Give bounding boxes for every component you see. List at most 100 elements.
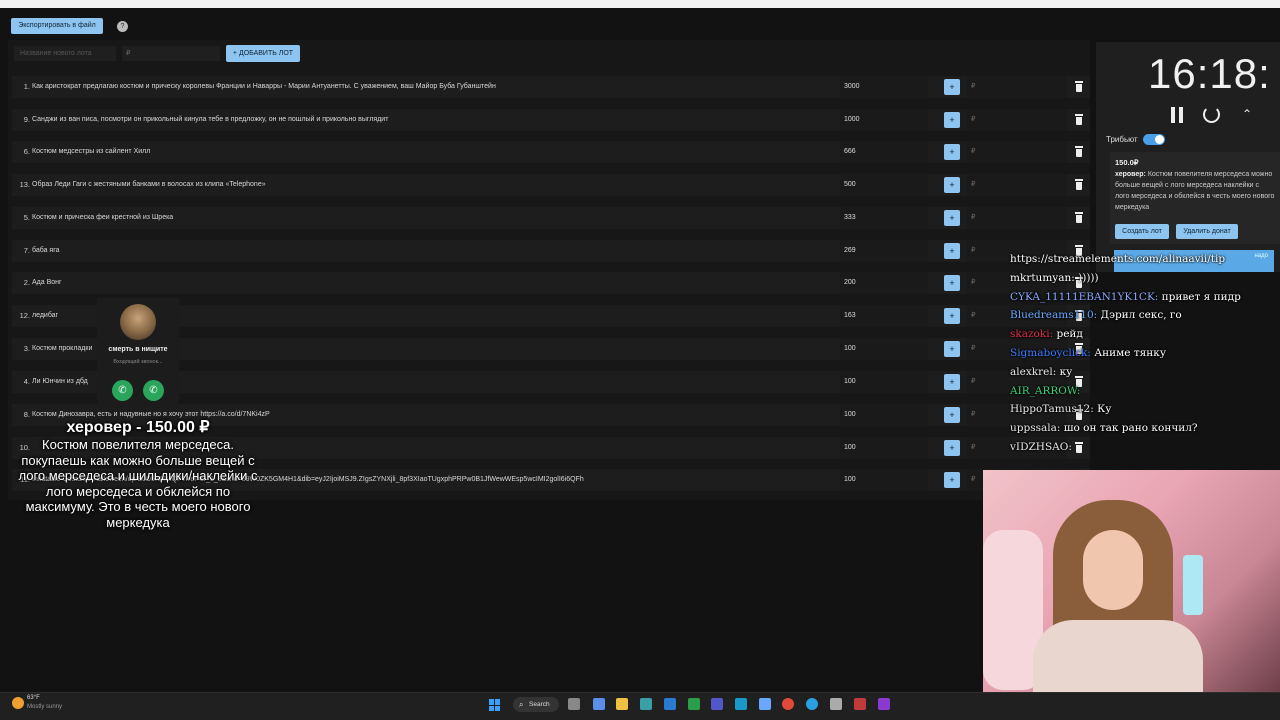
add-amount-button[interactable]: +	[944, 144, 960, 160]
lot-amount[interactable]: 1000	[840, 109, 928, 131]
webcam-lamp	[1183, 555, 1203, 615]
webcam-overlay	[983, 470, 1280, 692]
weather-icon[interactable]	[12, 697, 24, 709]
chat-message: AIR_ARROW:	[1010, 382, 1280, 401]
new-lot-price-input[interactable]: ₽	[122, 46, 220, 61]
lot-amount[interactable]: 333	[840, 207, 928, 229]
add-amount-button[interactable]: +	[944, 243, 960, 259]
lot-amount[interactable]: 666	[840, 141, 928, 163]
chat-message: Sigmaboyclick: Аниме тянку	[1010, 344, 1280, 363]
lot-amount[interactable]: 100	[840, 469, 928, 491]
chevron-up-icon[interactable]: ⌃	[1242, 108, 1254, 120]
chat-username: skazoki:	[1010, 328, 1054, 341]
app-icon[interactable]	[878, 698, 890, 710]
lot-name[interactable]: Костюм медсестры из сайлент Хилл	[32, 141, 827, 163]
add-amount-button[interactable]: +	[944, 112, 960, 128]
add-amount-button[interactable]: +	[944, 407, 960, 423]
lot-name[interactable]: Санджи из ван писа, посмотри он прикольн…	[32, 109, 827, 131]
lot-amount[interactable]: 163	[840, 305, 928, 327]
chat-username: uppssala:	[1010, 422, 1061, 435]
lot-name[interactable]: Как аристократ предлагаю костюм и причес…	[32, 76, 827, 98]
lot-number: 7.	[23, 246, 30, 255]
task-view-icon[interactable]	[568, 698, 580, 710]
donation-amount: 150.0₽	[1115, 158, 1139, 167]
add-amount-button[interactable]: +	[944, 275, 960, 291]
trash-icon[interactable]	[1074, 179, 1084, 191]
chat-username: Bluedreams110:	[1010, 309, 1098, 322]
lot-name[interactable]: баба яга	[32, 240, 827, 262]
telegram-icon[interactable]	[806, 698, 818, 710]
app-icon[interactable]	[759, 698, 771, 710]
chrome-icon[interactable]	[782, 698, 794, 710]
add-amount-button[interactable]: +	[944, 308, 960, 324]
caller-status: Входящий звонок...	[113, 359, 163, 365]
lot-add-input[interactable]: ₽	[967, 141, 1067, 163]
lot-amount[interactable]: 100	[840, 437, 928, 459]
tribute-toggle[interactable]	[1143, 134, 1165, 145]
lot-amount[interactable]: 500	[840, 174, 928, 196]
chat-message: CYKA_11111EBAN1YK1CK: привет я пидр	[1010, 288, 1280, 307]
lot-number: 5.	[23, 213, 30, 222]
lot-amount[interactable]: 100	[840, 404, 928, 426]
webcam-body	[1033, 620, 1203, 692]
add-amount-button[interactable]: +	[944, 472, 960, 488]
phone-icon[interactable]: ✆	[112, 380, 133, 401]
weather-desc: Mostly sunny	[27, 704, 63, 710]
edge-icon[interactable]	[735, 698, 747, 710]
add-amount-button[interactable]: +	[944, 341, 960, 357]
store-icon[interactable]	[640, 698, 652, 710]
app-icon[interactable]	[830, 698, 842, 710]
lot-amount[interactable]: 100	[840, 371, 928, 393]
delete-donation-button[interactable]: Удалить донат	[1176, 224, 1238, 239]
trash-icon[interactable]	[1074, 212, 1084, 224]
trash-icon[interactable]	[1074, 114, 1084, 126]
pause-icon[interactable]	[1170, 107, 1184, 123]
add-amount-button[interactable]: +	[944, 177, 960, 193]
avatar	[120, 304, 156, 340]
info-icon[interactable]: ?	[117, 21, 128, 32]
donation-author: херовер:	[1115, 171, 1146, 178]
add-lot-button[interactable]: + ДОБАВИТЬ ЛОТ	[226, 45, 300, 62]
lot-amount[interactable]: 200	[840, 272, 928, 294]
donation-text: херовер: Костюм повелителя мерседеса мож…	[1115, 169, 1275, 215]
file-explorer-icon[interactable]	[616, 698, 628, 710]
lot-name[interactable]: Ада Вонг	[32, 272, 827, 294]
lot-add-input[interactable]: ₽	[967, 109, 1067, 131]
excel-icon[interactable]	[688, 698, 700, 710]
phone-video-icon[interactable]: ✆	[143, 380, 164, 401]
lot-number: 6.	[23, 147, 30, 156]
chat-username: AIR_ARROW:	[1010, 384, 1081, 397]
add-amount-button[interactable]: +	[944, 210, 960, 226]
chat-username: Sigmaboyclick:	[1010, 346, 1091, 359]
chat-message: uppssala: шо он так рано кончил?	[1010, 419, 1280, 438]
app-icon[interactable]	[854, 698, 866, 710]
lot-number: 9.	[23, 115, 30, 124]
lot-amount[interactable]: 100	[840, 338, 928, 360]
lot-add-input[interactable]: ₽	[967, 207, 1067, 229]
trash-icon[interactable]	[1074, 146, 1084, 158]
lot-name[interactable]: Образ Леди Гаги с жестяными банками в во…	[32, 174, 827, 196]
lot-add-input[interactable]: ₽	[967, 76, 1067, 98]
lot-number: 12.	[19, 311, 30, 320]
create-lot-button[interactable]: Создать лот	[1115, 224, 1169, 239]
teams-icon[interactable]	[711, 698, 723, 710]
lot-add-input[interactable]: ₽	[967, 174, 1067, 196]
trash-icon[interactable]	[1074, 81, 1084, 93]
windows-start-icon[interactable]	[489, 699, 501, 711]
refresh-icon[interactable]	[1203, 106, 1220, 123]
app-icon[interactable]	[664, 698, 676, 710]
lot-amount[interactable]: 3000	[840, 76, 928, 98]
new-lot-name-input[interactable]: Название нового лота	[14, 46, 116, 61]
lot-name[interactable]: Костюм и прическа феи крестной из Шрека	[32, 207, 827, 229]
add-amount-button[interactable]: +	[944, 79, 960, 95]
copilot-icon[interactable]	[593, 698, 605, 710]
export-to-file-button[interactable]: Экспортировать в файл	[11, 18, 103, 34]
chat-text: ку	[1059, 365, 1073, 378]
add-amount-button[interactable]: +	[944, 374, 960, 390]
webcam-face	[1083, 530, 1143, 610]
lot-amount[interactable]: 269	[840, 240, 928, 262]
taskbar-search[interactable]: Search	[513, 697, 559, 712]
chat-username: mkrtumyan:	[1010, 271, 1075, 284]
chat-overlay: https://streamelements.com/alinaavii/tip…	[1010, 250, 1280, 457]
add-amount-button[interactable]: +	[944, 440, 960, 456]
